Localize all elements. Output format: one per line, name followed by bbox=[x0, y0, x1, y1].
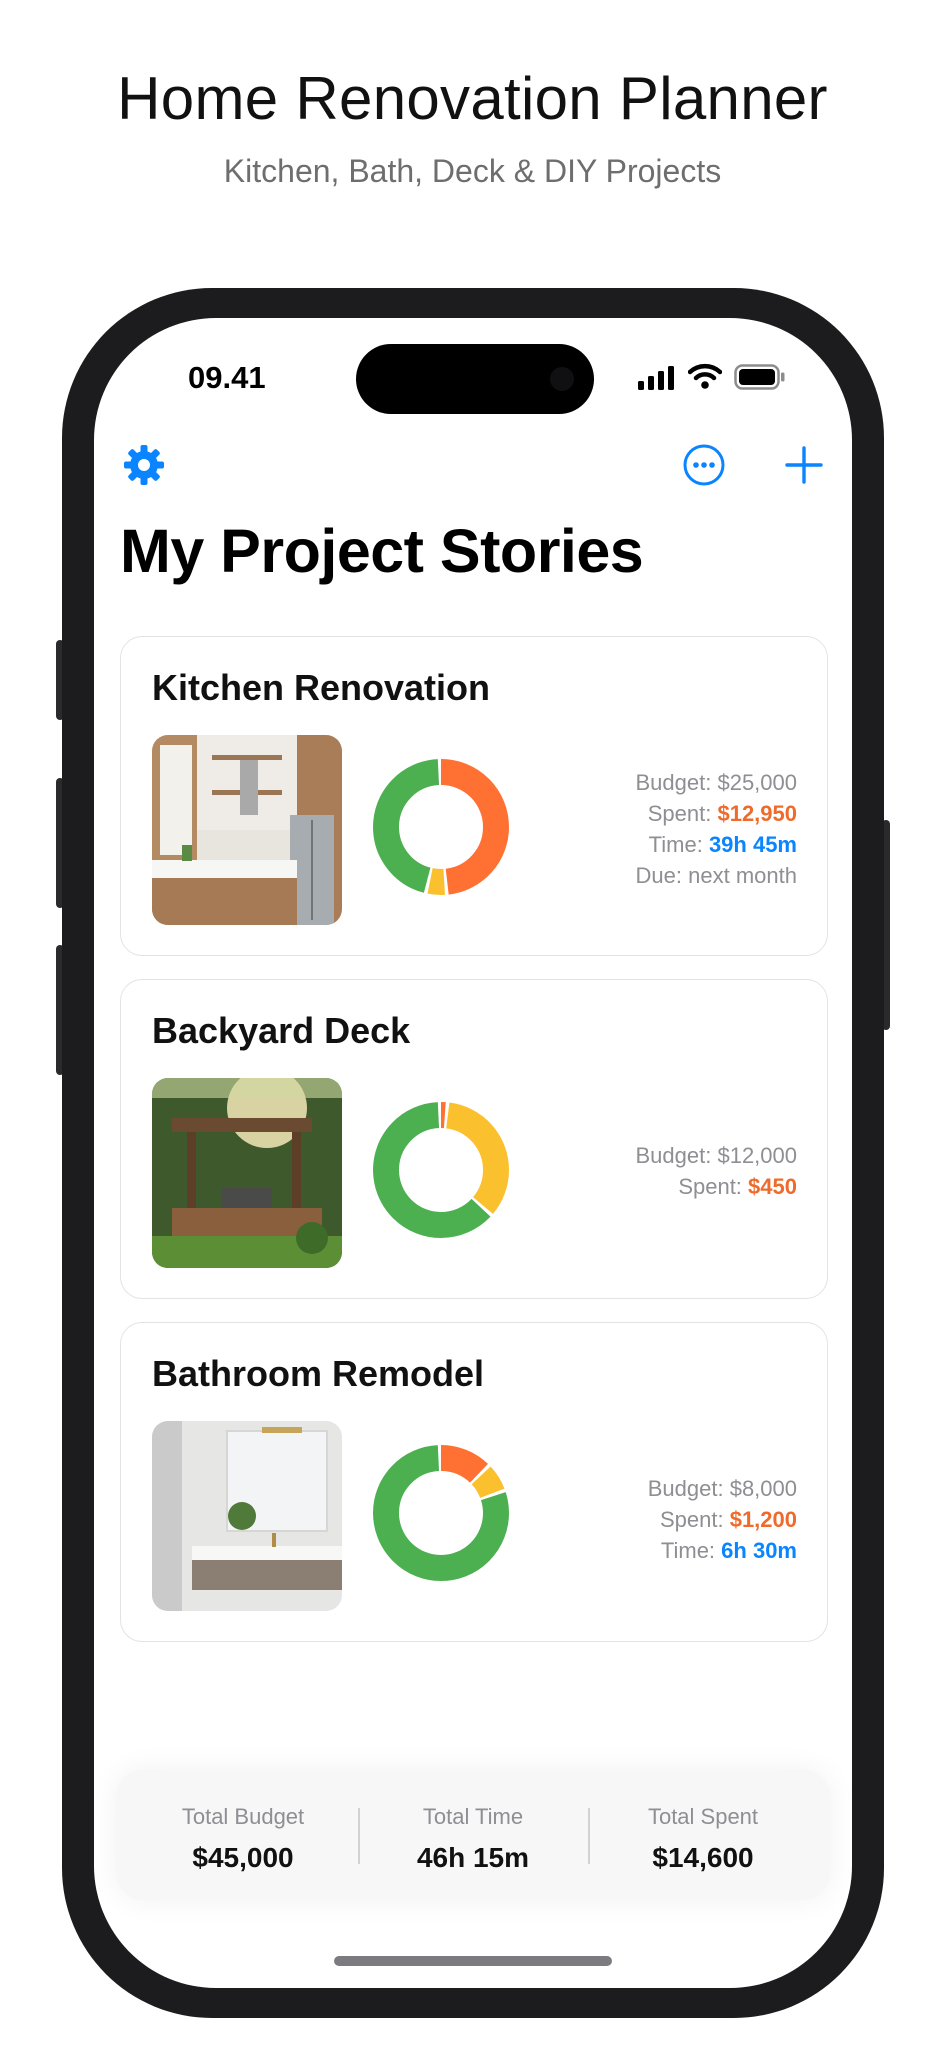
donut-segment-green bbox=[373, 1445, 509, 1581]
status-time: 09.41 bbox=[188, 360, 266, 395]
ellipsis-circle-icon[interactable] bbox=[682, 443, 726, 487]
time-label: Time: bbox=[648, 832, 703, 857]
donut-chart bbox=[373, 1102, 509, 1238]
project-card-bathroom[interactable]: Bathroom Remodel Budget: $8,000 Spent: $… bbox=[120, 1322, 828, 1642]
due-value: next month bbox=[688, 863, 797, 888]
budget-label: Budget: bbox=[635, 770, 712, 795]
dynamic-island bbox=[356, 344, 594, 414]
donut-chart bbox=[373, 1445, 509, 1581]
kitchen-photo bbox=[152, 735, 342, 925]
budget-value: $12,000 bbox=[717, 1143, 797, 1168]
spent-row: Spent: $1,200 bbox=[648, 1504, 797, 1535]
spent-value: $12,950 bbox=[717, 801, 797, 826]
due-label: Due: bbox=[635, 863, 683, 888]
total-time-value: 46h 15m bbox=[416, 1842, 530, 1873]
project-stats: Budget: $12,000 Spent: $450 bbox=[636, 1140, 798, 1202]
project-title: Backyard Deck bbox=[152, 1010, 411, 1051]
total-budget-label: Total Budget bbox=[181, 1804, 305, 1829]
budget-label: Budget: bbox=[635, 1143, 712, 1168]
phone-screen: 09.41 My Project Stories Kitchen Renovat… bbox=[94, 318, 852, 1988]
home-indicator[interactable] bbox=[334, 1956, 612, 1966]
bathroom-photo bbox=[152, 1421, 342, 1611]
totals-bar: Total Budget $45,000 Total Time 46h 15m … bbox=[116, 1770, 830, 1900]
gear-icon[interactable] bbox=[122, 443, 166, 487]
project-stats: Budget: $8,000 Spent: $1,200 Time: 6h 30… bbox=[648, 1473, 797, 1566]
donut-chart bbox=[373, 759, 509, 895]
spent-label: Spent: bbox=[647, 801, 712, 826]
divider bbox=[358, 1808, 360, 1864]
time-value: 6h 30m bbox=[721, 1538, 797, 1563]
plus-icon[interactable] bbox=[782, 443, 826, 487]
total-spent: Total Spent $14,600 bbox=[596, 1804, 810, 1874]
total-spent-value: $14,600 bbox=[652, 1842, 754, 1873]
project-stats: Budget: $25,000 Spent: $12,950 Time: 39h… bbox=[636, 767, 798, 891]
spent-label: Spent: bbox=[678, 1174, 742, 1199]
budget-row: Budget: $8,000 bbox=[648, 1473, 797, 1504]
budget-value: $25,000 bbox=[717, 770, 797, 795]
time-row: Time: 6h 30m bbox=[648, 1535, 797, 1566]
project-title: Kitchen Renovation bbox=[152, 667, 491, 708]
total-budget-value: $45,000 bbox=[192, 1842, 294, 1873]
promo-title: Home Renovation Planner bbox=[117, 65, 828, 132]
budget-row: Budget: $12,000 bbox=[636, 1140, 798, 1171]
divider bbox=[588, 1808, 590, 1864]
time-row: Time: 39h 45m bbox=[636, 829, 797, 860]
budget-value: $8,000 bbox=[729, 1476, 797, 1501]
spent-label: Spent: bbox=[659, 1507, 724, 1532]
wifi-icon bbox=[688, 363, 722, 389]
budget-label: Budget: bbox=[647, 1476, 724, 1501]
spent-row: Spent: $12,950 bbox=[636, 798, 797, 829]
project-card-kitchen[interactable]: Kitchen Renovation Budget: $25,000 Spent… bbox=[120, 636, 828, 956]
project-title: Bathroom Remodel bbox=[152, 1353, 485, 1394]
total-time-label: Total Time bbox=[422, 1804, 524, 1829]
time-value: 39h 45m bbox=[708, 832, 797, 857]
front-camera bbox=[550, 367, 574, 391]
battery-icon bbox=[734, 364, 785, 390]
spent-value: $1,200 bbox=[729, 1507, 797, 1532]
spent-row: Spent: $450 bbox=[636, 1171, 797, 1202]
budget-row: Budget: $25,000 bbox=[636, 767, 798, 798]
time-label: Time: bbox=[660, 1538, 716, 1563]
total-time: Total Time 46h 15m bbox=[366, 1804, 580, 1874]
total-budget: Total Budget $45,000 bbox=[136, 1804, 350, 1874]
due-row: Due: next month bbox=[635, 860, 797, 891]
cellular-signal-icon bbox=[638, 366, 674, 390]
promo-subtitle: Kitchen, Bath, Deck & DIY Projects bbox=[223, 153, 722, 189]
page-title: My Project Stories bbox=[120, 517, 644, 585]
spent-value: $450 bbox=[748, 1174, 797, 1199]
deck-photo bbox=[152, 1078, 342, 1268]
project-card-deck[interactable]: Backyard Deck Budget: $12,000 Spent: $45… bbox=[120, 979, 828, 1299]
total-spent-label: Total Spent bbox=[647, 1804, 759, 1829]
